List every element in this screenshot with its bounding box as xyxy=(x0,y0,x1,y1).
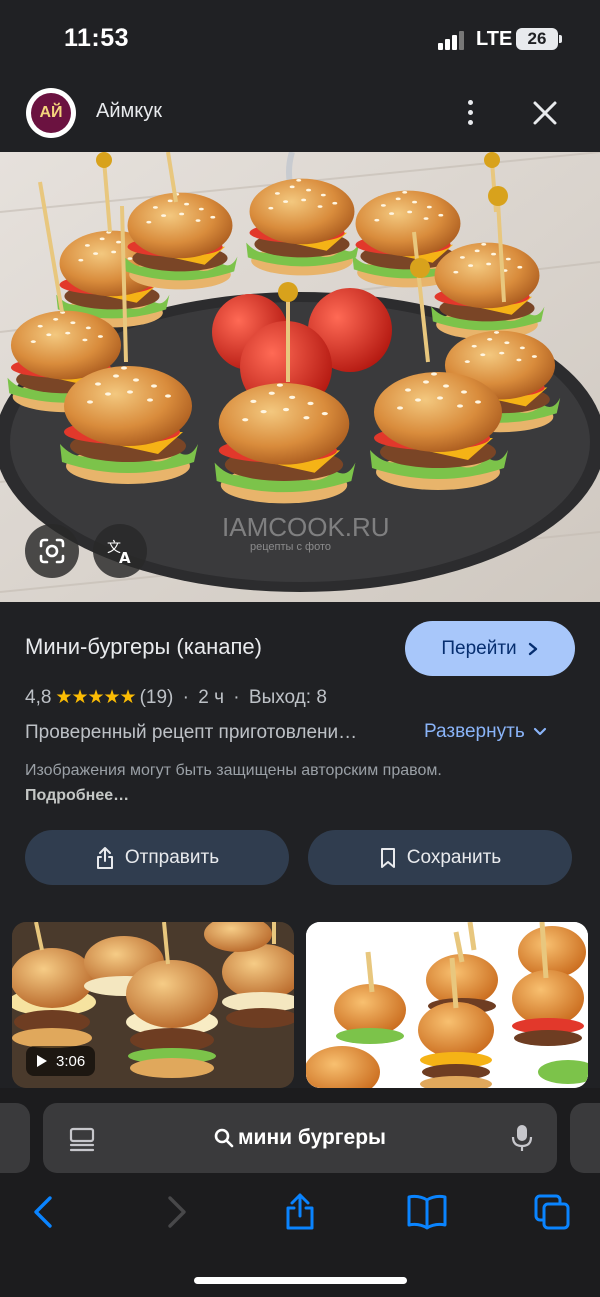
search-query: мини бургеры xyxy=(238,1126,386,1149)
goto-button[interactable]: Перейти xyxy=(405,621,575,676)
separator-dot: · xyxy=(177,686,195,708)
battery-icon: 26 xyxy=(516,28,558,50)
status-time: 11:53 xyxy=(64,24,130,52)
tabs-icon[interactable] xyxy=(532,1192,572,1232)
source-header: АЙ Аймкук xyxy=(0,80,600,152)
next-tab-preview[interactable] xyxy=(570,1103,600,1173)
bookmarks-icon[interactable] xyxy=(406,1192,447,1232)
save-button[interactable]: Сохранить xyxy=(308,830,572,885)
image-thumbnail-image xyxy=(306,922,588,1088)
battery-tip xyxy=(559,35,562,43)
recipe-title: Мини-бургеры (канапе) xyxy=(25,634,262,659)
search-query-display[interactable]: мини бургеры xyxy=(43,1103,557,1173)
recipe-image[interactable]: IAMCOOK.RU рецепты с фото 文 A xyxy=(0,152,600,602)
more-options-icon[interactable] xyxy=(458,96,484,130)
back-icon[interactable] xyxy=(24,1192,64,1232)
rating-row: 4,8 ★★★★★ (19) · 2 ч · Выход: 8 xyxy=(25,686,327,709)
related-image-thumbnail[interactable] xyxy=(306,922,588,1088)
signal-icon xyxy=(438,30,466,50)
address-bar[interactable]: мини бургеры xyxy=(43,1103,557,1173)
share-button[interactable]: Отправить xyxy=(25,830,289,885)
search-icon xyxy=(214,1128,234,1148)
copyright-text: Изображения могут быть защищены авторски… xyxy=(25,762,442,779)
chevron-right-icon xyxy=(528,642,537,655)
recipe-description: Проверенный рецепт приготовлени… xyxy=(25,722,358,743)
copyright-notice: Изображения могут быть защищены авторски… xyxy=(25,758,485,808)
source-logo-text: АЙ xyxy=(31,93,71,133)
learn-more-link[interactable]: Подробнее… xyxy=(25,787,129,804)
watermark-subtext: рецепты с фото xyxy=(250,541,331,553)
burger-platter-illustration: IAMCOOK.RU рецепты с фото xyxy=(0,152,600,602)
save-label: Сохранить xyxy=(406,846,502,868)
star-rating-icon: ★★★★★ xyxy=(55,687,136,708)
play-icon xyxy=(37,1055,47,1067)
cook-time: 2 ч xyxy=(198,686,225,708)
separator-dot: · xyxy=(228,686,245,708)
video-duration-badge: 3:06 xyxy=(26,1046,96,1076)
chevron-down-icon xyxy=(533,727,546,736)
home-indicator[interactable] xyxy=(194,1277,407,1284)
network-label: LTE xyxy=(476,28,513,50)
svg-text:A: A xyxy=(119,549,131,566)
share-sheet-icon[interactable] xyxy=(280,1192,320,1232)
goto-label: Перейти xyxy=(441,637,517,659)
expand-button[interactable]: Развернуть xyxy=(424,721,547,743)
close-icon[interactable] xyxy=(528,96,562,130)
forward-icon[interactable] xyxy=(156,1192,196,1232)
translate-icon[interactable]: 文 A xyxy=(93,524,147,578)
google-lens-icon[interactable] xyxy=(25,524,79,578)
bookmark-icon xyxy=(380,847,395,868)
source-logo[interactable]: АЙ xyxy=(26,88,76,138)
share-icon xyxy=(96,846,113,869)
previous-tab-preview[interactable] xyxy=(0,1103,30,1173)
video-duration: 3:06 xyxy=(56,1052,86,1070)
status-bar: 11:53 LTE 26 xyxy=(0,0,600,80)
watermark-text: IAMCOOK.RU xyxy=(222,512,390,542)
source-name[interactable]: Аймкук xyxy=(96,100,162,123)
rating-value: 4,8 xyxy=(25,686,52,708)
microphone-icon[interactable] xyxy=(511,1123,533,1153)
recipe-yield: Выход: 8 xyxy=(248,686,327,708)
share-label: Отправить xyxy=(124,846,220,868)
review-count: (19) xyxy=(139,686,174,708)
expand-label: Развернуть xyxy=(424,721,525,742)
